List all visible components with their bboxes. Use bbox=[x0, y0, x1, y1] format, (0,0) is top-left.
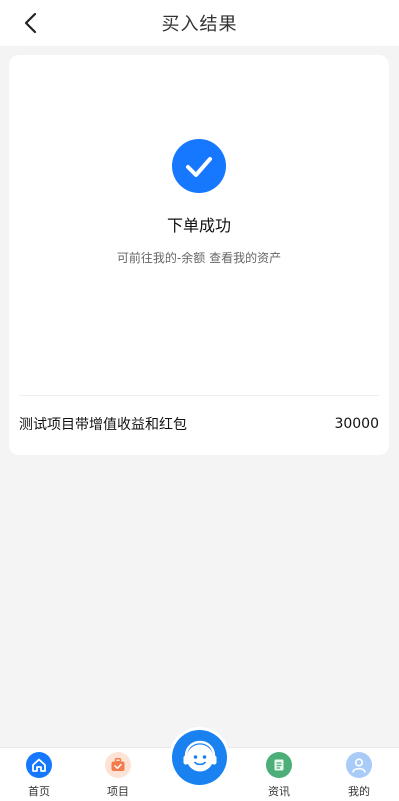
tab-project[interactable]: 项目 bbox=[88, 752, 148, 800]
divider bbox=[19, 395, 379, 396]
tab-news[interactable]: 资讯 bbox=[249, 752, 309, 800]
briefcase-icon bbox=[105, 752, 131, 778]
success-check-icon bbox=[172, 139, 226, 193]
page-title: 买入结果 bbox=[161, 14, 238, 35]
tab-label-news: 资讯 bbox=[268, 785, 290, 798]
result-card: 下单成功 可前往我的-余额 查看我的资产 测试项目带增值收益和红包 30000 bbox=[9, 55, 389, 455]
tab-home[interactable]: 首页 bbox=[9, 752, 69, 800]
top-nav-bar: 买入结果 bbox=[0, 0, 399, 46]
back-button[interactable] bbox=[16, 9, 44, 37]
product-row: 测试项目带增值收益和红包 30000 bbox=[19, 412, 379, 436]
result-tip: 可前往我的-余额 查看我的资产 bbox=[116, 251, 282, 265]
tab-label-home: 首页 bbox=[28, 785, 50, 798]
tab-label-project: 项目 bbox=[107, 785, 129, 798]
result-title: 下单成功 bbox=[166, 216, 231, 235]
product-name: 测试项目带增值收益和红包 bbox=[19, 417, 187, 433]
user-icon bbox=[346, 752, 372, 778]
chevron-left-icon bbox=[24, 12, 37, 34]
tab-mine[interactable]: 我的 bbox=[329, 752, 389, 800]
document-icon bbox=[266, 752, 292, 778]
tab-label-mine: 我的 bbox=[348, 785, 370, 798]
customer-service-icon bbox=[183, 740, 216, 771]
home-icon bbox=[26, 752, 52, 778]
customer-service-button[interactable] bbox=[172, 730, 227, 785]
product-amount: 30000 bbox=[334, 416, 379, 432]
